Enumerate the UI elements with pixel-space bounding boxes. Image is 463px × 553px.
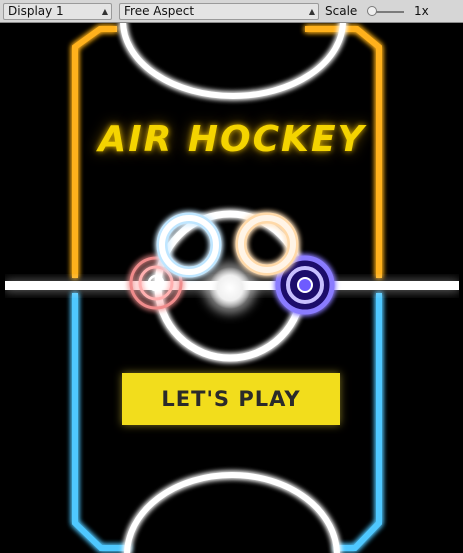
lets-play-label: LET'S PLAY — [161, 387, 301, 411]
dropdown-arrow-icon: ▲ — [101, 7, 108, 16]
top-goal-arc — [120, 23, 346, 99]
puck — [204, 262, 256, 314]
scale-label: Scale — [325, 4, 358, 18]
game-view-toolbar: Display 1 ▲ Free Aspect ▲ Scale 1x — [0, 0, 463, 23]
display-dropdown[interactable]: Display 1 ▲ — [3, 3, 112, 20]
game-title: AIR HOCKEY — [98, 119, 366, 160]
lets-play-button[interactable]: LET'S PLAY — [122, 373, 340, 425]
scale-slider-handle[interactable] — [367, 6, 377, 16]
aspect-dropdown[interactable]: Free Aspect ▲ — [119, 3, 319, 20]
scale-value: 1x — [414, 4, 429, 18]
aspect-label: Free Aspect — [124, 4, 195, 18]
display-label: Display 1 — [8, 4, 64, 18]
game-view: AIR HOCKEY LET'S PLAY — [5, 23, 459, 553]
rink-graphics — [5, 23, 459, 553]
dropdown-arrow-icon: ▲ — [308, 7, 315, 16]
bottom-goal-arc — [124, 472, 340, 553]
